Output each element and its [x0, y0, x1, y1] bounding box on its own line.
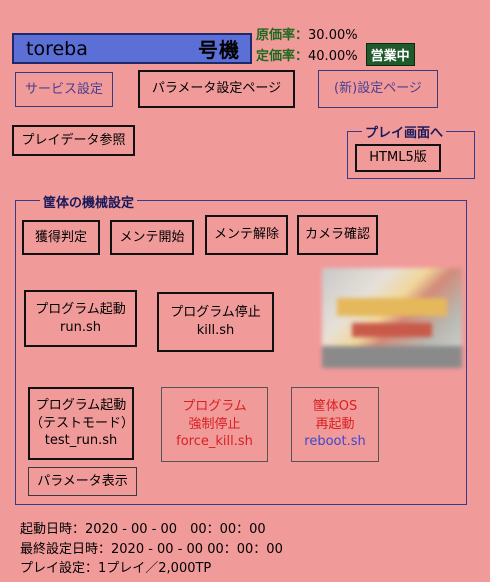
program-stop-button[interactable]: プログラム停止 kill.sh [157, 292, 274, 352]
machine-title-bar: toreba 号機 [12, 33, 252, 64]
maint-start-button[interactable]: メンテ開始 [110, 220, 194, 255]
machine-label: 号機 [198, 38, 240, 62]
store-name: toreba [26, 37, 88, 60]
program-test-button[interactable]: プログラム起動 （テストモード） test_run.sh [28, 387, 134, 460]
program-test-file: test_run.sh [44, 433, 118, 449]
reboot-title: 筐体OS [312, 399, 358, 415]
service-settings-button[interactable]: サービス設定 [15, 72, 113, 107]
force-kill-title: プログラム [182, 399, 247, 415]
start-time: 起動日時：2020 - 00 - 00 00：00：00 [20, 522, 266, 537]
machine-settings-legend: 筐体の機械設定 [40, 192, 138, 211]
play-setting: プレイ設定：1プレイ／2,000TP [20, 561, 212, 576]
program-test-sub: （テストモード） [30, 415, 135, 431]
force-kill-button[interactable]: プログラム 強制停止 force_kill.sh [161, 387, 268, 462]
camera-check-button[interactable]: カメラ確認 [297, 215, 378, 255]
play-screen-legend: プレイ画面へ [362, 122, 447, 141]
fixed-rate-label: 定価率： [256, 49, 309, 64]
play-data-button[interactable]: プレイデータ参照 [12, 125, 135, 156]
cost-rate-value: 30.00% [308, 28, 358, 43]
status-badge: 営業中 [365, 43, 415, 66]
program-stop-file: kill.sh [196, 323, 235, 338]
cost-rate: 原価率：30.00% [256, 24, 358, 43]
program-test-title: プログラム起動 [35, 398, 127, 414]
reboot-file: reboot.sh [304, 434, 366, 450]
new-settings-button[interactable]: (新)設定ページ [318, 70, 438, 108]
program-stop-title: プログラム停止 [170, 305, 261, 321]
cost-rate-label: 原価率： [256, 28, 309, 43]
program-start-file: run.sh [60, 319, 101, 335]
fixed-rate: 定価率：40.00% 営業中 [256, 43, 415, 66]
html5-button[interactable]: HTML5版 [355, 144, 441, 172]
last-setting-time: 最終設定日時：2020 - 00 - 00 00：00：00 [20, 542, 283, 557]
fixed-rate-value: 40.00% [308, 49, 358, 64]
program-start-button[interactable]: プログラム起動 run.sh [24, 290, 137, 347]
reboot-button[interactable]: 筐体OS 再起動 reboot.sh [291, 387, 379, 462]
maint-release-button[interactable]: メンテ解除 [205, 215, 288, 255]
force-kill-sub: 強制停止 [188, 416, 241, 432]
camera-preview-image [322, 268, 462, 368]
program-start-title: プログラム起動 [35, 301, 126, 317]
parameter-settings-button[interactable]: パラメータ設定ページ [138, 70, 295, 108]
acquire-judge-button[interactable]: 獲得判定 [22, 220, 100, 255]
force-kill-file: force_kill.sh [176, 434, 253, 450]
show-params-button[interactable]: パラメータ表示 [28, 467, 137, 496]
reboot-sub: 再起動 [315, 416, 355, 432]
